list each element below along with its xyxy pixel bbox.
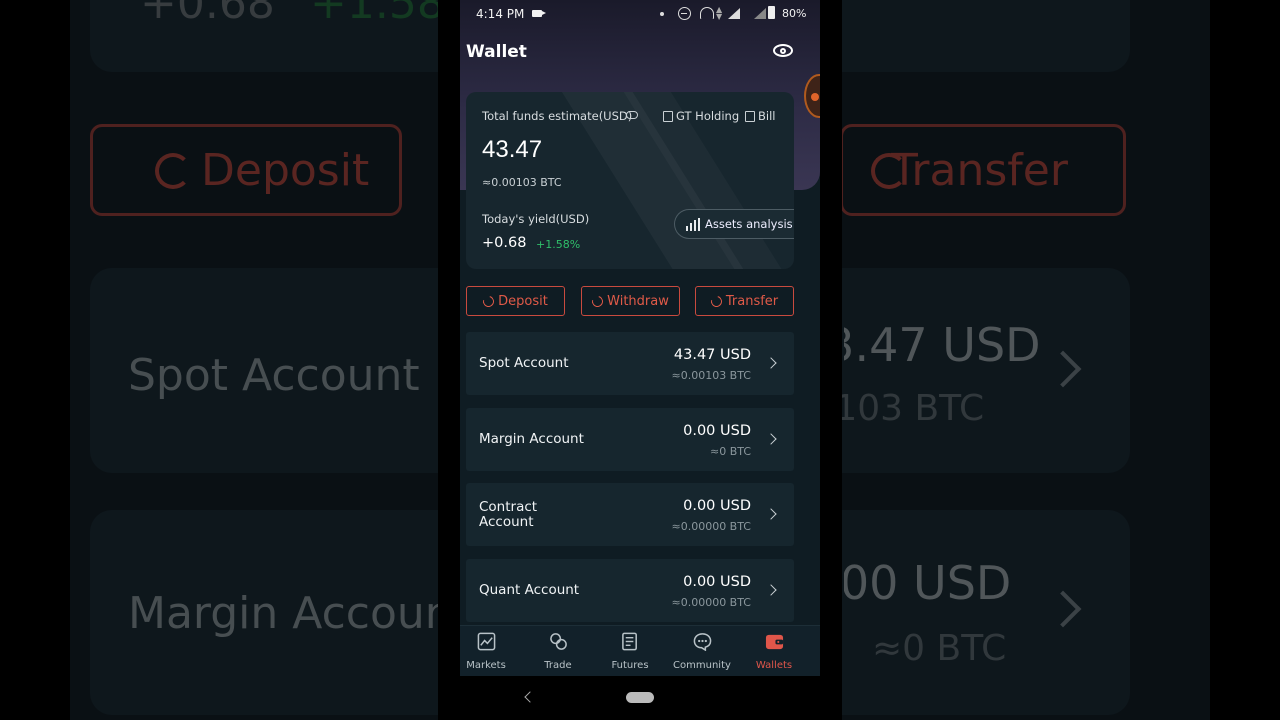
- chevron-right-icon: [765, 357, 777, 369]
- home-pill-icon[interactable]: [626, 692, 654, 703]
- community-icon: [693, 633, 711, 651]
- withdraw-label: Withdraw: [607, 293, 669, 309]
- account-name: Spot Account: [479, 355, 569, 371]
- status-time: 4:14 PM: [476, 7, 525, 21]
- deposit-label: Deposit: [498, 293, 548, 309]
- account-name: Quant Account: [479, 582, 580, 598]
- trade-icon: [549, 633, 567, 650]
- assets-analysis-label: Assets analysis: [705, 217, 793, 231]
- transfer-icon: [708, 293, 724, 309]
- funds-card: Total funds estimate(USD) GT Holding Bil…: [466, 92, 794, 269]
- back-icon[interactable]: [524, 691, 536, 703]
- wallet-icon: [765, 634, 783, 650]
- yield-value: +0.68: [482, 235, 527, 251]
- gt-holding-icon: [663, 110, 673, 122]
- yield-percent: +1.58%: [536, 238, 581, 251]
- margin-account-row[interactable]: Margin Account 0.00 USD ≈0 BTC: [466, 408, 794, 471]
- notification-dot-icon: [660, 12, 664, 16]
- total-funds-value: 43.47: [482, 136, 543, 163]
- tab-markets[interactable]: Markets: [460, 626, 522, 677]
- bill-label: Bill: [758, 109, 776, 123]
- account-btc: ≈0.00103 BTC: [671, 369, 751, 382]
- account-btc: ≈0 BTC: [709, 445, 751, 458]
- deposit-button[interactable]: Deposit: [466, 286, 565, 316]
- battery-icon: [768, 6, 775, 19]
- phone-left-gutter: [438, 0, 460, 720]
- account-btc: ≈0.00000 BTC: [671, 596, 751, 609]
- markets-icon: [477, 632, 495, 651]
- video-icon: [532, 10, 546, 17]
- account-name: Contract Account: [479, 498, 538, 530]
- chevron-right-icon: [765, 433, 777, 445]
- eye-icon[interactable]: [772, 40, 794, 62]
- total-btc-estimate: ≈0.00103 BTC: [482, 176, 562, 189]
- page-title: Wallet: [466, 42, 527, 62]
- withdraw-button[interactable]: Withdraw: [581, 286, 680, 316]
- switch-currency-icon[interactable]: [626, 111, 638, 119]
- status-bar: 4:14 PM ▲ ▼ 80%: [460, 0, 820, 28]
- account-usd: 0.00 USD: [683, 423, 751, 439]
- bill-icon: [745, 110, 755, 122]
- left-letterbox: [0, 0, 70, 720]
- signal-icon: [754, 8, 766, 19]
- yield-label: Today's yield(USD): [482, 212, 590, 226]
- phone-screen: 4:14 PM ▲ ▼ 80% Wallet Total funds estima…: [460, 0, 820, 720]
- bottom-tab-bar: Markets Trade Futures Community Wallets: [460, 625, 820, 676]
- funds-label: Total funds estimate(USD): [482, 109, 633, 123]
- do-not-disturb-icon: [678, 7, 691, 20]
- gt-holding-link[interactable]: GT Holding: [663, 109, 739, 123]
- gt-holding-label: GT Holding: [676, 109, 740, 123]
- data-arrows-icon: ▲ ▼: [716, 5, 723, 21]
- assets-analysis-button[interactable]: Assets analysis: [674, 209, 794, 239]
- tab-community[interactable]: Community: [666, 626, 738, 677]
- account-btc: ≈0.00000 BTC: [671, 520, 751, 533]
- account-usd: 43.47 USD: [673, 347, 751, 363]
- tab-futures[interactable]: Futures: [594, 626, 666, 677]
- chevron-right-icon: [765, 584, 777, 596]
- signal-icon: [728, 8, 740, 19]
- phone-right-gutter: [820, 0, 842, 720]
- spot-account-row[interactable]: Spot Account 43.47 USD ≈0.00103 BTC: [466, 332, 794, 395]
- tab-label: Wallets: [755, 660, 793, 671]
- battery-percent: 80%: [782, 7, 807, 20]
- account-name: Margin Account: [479, 431, 584, 447]
- wifi-icon: [700, 7, 714, 19]
- transfer-label: Transfer: [725, 293, 779, 309]
- chart-bars-icon: [685, 217, 700, 231]
- contract-account-row[interactable]: Contract Account 0.00 USD ≈0.00000 BTC: [466, 483, 794, 546]
- tab-label: Futures: [611, 660, 649, 671]
- system-navigation-bar: [460, 676, 820, 720]
- account-usd: 0.00 USD: [683, 498, 751, 514]
- tab-label: Community: [673, 660, 731, 671]
- account-usd: 0.00 USD: [683, 574, 751, 590]
- withdraw-icon: [590, 293, 606, 309]
- tab-label: Markets: [466, 660, 506, 671]
- right-letterbox: [1210, 0, 1280, 720]
- futures-icon: [621, 632, 637, 651]
- quant-account-row[interactable]: Quant Account 0.00 USD ≈0.00000 BTC: [466, 559, 794, 622]
- tab-label: Trade: [544, 660, 572, 671]
- tab-wallets[interactable]: Wallets: [738, 626, 810, 677]
- deposit-icon: [481, 293, 497, 309]
- chevron-right-icon: [765, 508, 777, 520]
- transfer-button[interactable]: Transfer: [695, 286, 794, 316]
- tab-trade[interactable]: Trade: [522, 626, 594, 677]
- bill-link[interactable]: Bill: [745, 109, 775, 123]
